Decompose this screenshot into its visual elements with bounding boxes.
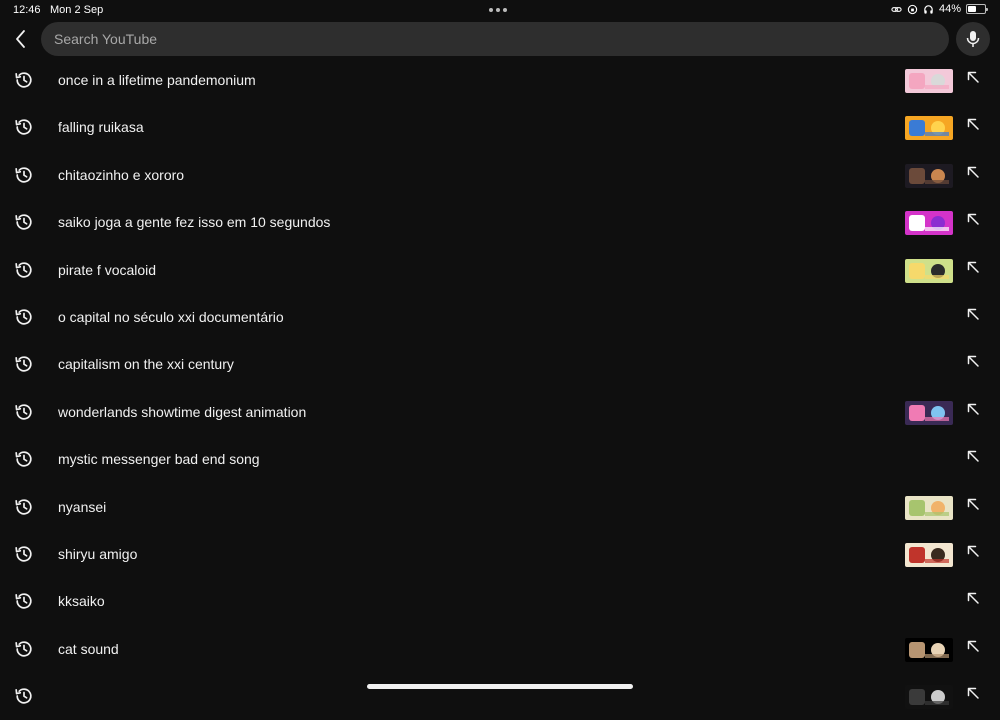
fill-query-arrow-icon[interactable]: [965, 211, 981, 227]
video-thumbnail: [905, 211, 953, 236]
video-thumbnail: [905, 685, 953, 710]
orientation-lock-icon: [907, 4, 918, 14]
history-clock-icon: [13, 590, 35, 612]
history-item-label: capitalism on the xxi century: [58, 356, 234, 373]
history-clock-icon: [13, 685, 35, 707]
history-item[interactable]: mystic messenger bad end song: [0, 436, 1000, 483]
video-thumbnail: [905, 542, 953, 567]
history-item-label: chitaozinho e xororo: [58, 166, 185, 183]
fill-query-arrow-icon[interactable]: [965, 496, 981, 512]
fill-query-arrow-icon[interactable]: [965, 259, 981, 275]
video-thumbnail: [905, 116, 953, 141]
history-clock-icon: [13, 211, 35, 233]
history-item[interactable]: kksaiko: [0, 578, 1000, 625]
link-icon: [891, 6, 902, 12]
chevron-left-icon: [16, 30, 25, 48]
history-clock-icon: [13, 116, 35, 138]
history-clock-icon: [13, 306, 35, 328]
history-item-label: falling ruikasa: [58, 119, 144, 136]
fill-query-arrow-icon[interactable]: [965, 306, 981, 322]
multitasking-dots-icon[interactable]: [489, 8, 507, 12]
history-clock-icon: [13, 259, 35, 281]
fill-query-arrow-icon[interactable]: [965, 543, 981, 559]
history-item[interactable]: o capital no século xxi documentário: [0, 294, 1000, 341]
history-item[interactable]: falling ruikasa: [0, 104, 1000, 151]
status-date: Mon 2 Sep: [50, 4, 104, 16]
history-item[interactable]: [0, 673, 1000, 720]
video-thumbnail: [905, 637, 953, 662]
history-item[interactable]: shiryu amigo: [0, 531, 1000, 578]
search-input[interactable]: [41, 22, 949, 56]
home-indicator[interactable]: [367, 684, 633, 689]
fill-query-arrow-icon[interactable]: [965, 638, 981, 654]
fill-query-arrow-icon[interactable]: [965, 69, 981, 85]
video-thumbnail: [905, 495, 953, 520]
history-clock-icon: [13, 496, 35, 518]
history-clock-icon: [13, 69, 35, 91]
history-item-label: saiko joga a gente fez isso em 10 segund…: [58, 214, 331, 231]
history-item[interactable]: saiko joga a gente fez isso em 10 segund…: [0, 199, 1000, 246]
status-indicators: 44%: [891, 3, 988, 15]
status-time: 12:46: [13, 4, 41, 16]
history-item[interactable]: chitaozinho e xororo: [0, 152, 1000, 199]
battery-fill: [968, 6, 976, 12]
search-history-list: once in a lifetime pandemonium falling ru…: [0, 57, 1000, 720]
back-button[interactable]: [8, 26, 34, 52]
history-clock-icon: [13, 164, 35, 186]
history-item-label: o capital no século xxi documentário: [58, 308, 284, 325]
video-thumbnail: [905, 400, 953, 425]
history-item[interactable]: capitalism on the xxi century: [0, 341, 1000, 388]
video-thumbnail: [905, 69, 953, 93]
fill-query-arrow-icon[interactable]: [965, 401, 981, 417]
history-clock-icon: [13, 401, 35, 423]
history-item-label: cat sound: [58, 640, 119, 657]
fill-query-arrow-icon[interactable]: [965, 590, 981, 606]
fill-query-arrow-icon[interactable]: [965, 685, 981, 701]
battery-percent: 44%: [938, 3, 961, 15]
status-bar: 12:46 Mon 2 Sep 44%: [0, 0, 1000, 20]
history-clock-icon: [13, 543, 35, 565]
history-clock-icon: [13, 353, 35, 375]
history-item[interactable]: cat sound: [0, 626, 1000, 673]
video-thumbnail: [905, 163, 953, 188]
history-item-label: pirate f vocaloid: [58, 261, 157, 278]
fill-query-arrow-icon[interactable]: [965, 116, 981, 132]
history-item[interactable]: wonderlands showtime digest animation: [0, 389, 1000, 436]
battery-icon: [966, 4, 988, 14]
history-clock-icon: [13, 638, 35, 660]
fill-query-arrow-icon[interactable]: [965, 353, 981, 369]
history-item[interactable]: pirate f vocaloid: [0, 247, 1000, 294]
history-item-label: shiryu amigo: [58, 545, 138, 562]
history-item-label: wonderlands showtime digest animation: [58, 403, 307, 420]
history-item[interactable]: nyansei: [0, 484, 1000, 531]
history-clock-icon: [13, 448, 35, 470]
fill-query-arrow-icon[interactable]: [965, 164, 981, 180]
history-item-label: kksaiko: [58, 593, 105, 610]
headphones-icon: [924, 4, 933, 14]
history-item[interactable]: once in a lifetime pandemonium: [0, 57, 1000, 104]
microphone-icon: [966, 31, 980, 47]
fill-query-arrow-icon[interactable]: [965, 448, 981, 464]
history-item-label: nyansei: [58, 498, 107, 515]
search-bar-row: [0, 21, 1000, 57]
video-thumbnail: [905, 258, 953, 283]
history-item-label: once in a lifetime pandemonium: [58, 72, 256, 88]
history-item-label: mystic messenger bad end song: [58, 451, 260, 468]
voice-search-button[interactable]: [956, 22, 990, 56]
